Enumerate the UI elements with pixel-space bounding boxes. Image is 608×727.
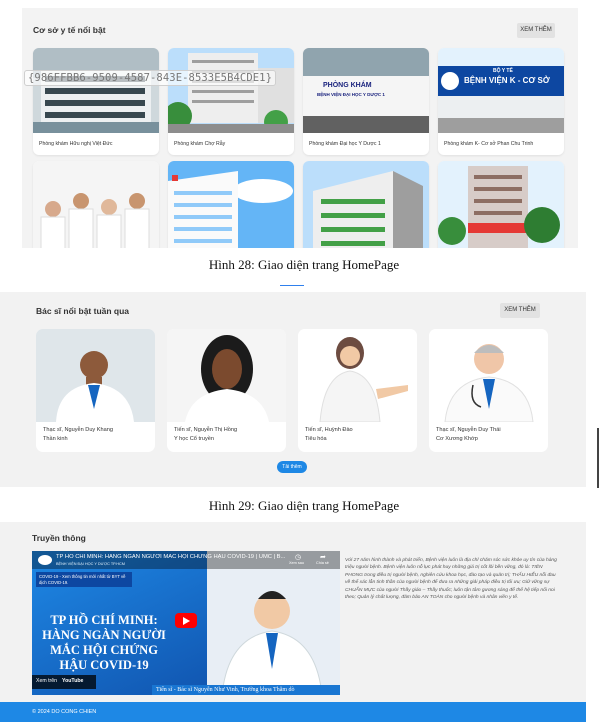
figure-caption-28: Hình 28: Giao diện trang HomePage [208,257,400,272]
doctor-name: Tiến sĩ, Nguyễn Thị Hồng [174,427,238,433]
k-sign-top: BỘ Y TẾ [493,68,513,74]
doctor-card[interactable]: Tiến sĩ, Huỳnh Đào Tiêu hóa [298,329,417,452]
facility-photo [33,161,159,248]
watch-on-label: Xem trên [36,678,58,684]
media-section: Truyền thông TP HỒ CHÍ MINH: HÀNG NGÀN N… [0,522,586,702]
facility-card[interactable]: BỘ Y TẾ BỆNH VIỆN K - CƠ SỞ Phòng khám K… [438,48,564,155]
doctor-photo [429,329,548,422]
facility-photo [168,48,294,133]
doctor-name: Tiến sĩ, Huỳnh Đào [305,427,353,433]
facility-name: Phòng khám Hữu nghị Việt Đức [39,141,113,147]
figure-caption-29: Hình 29: Giao diện trang HomePage [208,498,400,513]
facilities-more-button[interactable]: XEM THÊM [517,23,555,38]
caption-divider [280,285,304,286]
doctor-specialty: Thần kinh [43,436,68,442]
youtube-play-button[interactable] [175,613,197,628]
doctor-specialty: Cơ Xương Khớp [436,436,478,442]
facility-card[interactable] [168,161,294,248]
facility-name: Phòng khám Đại học Y Dược 1 [309,141,381,147]
watch-later-label: Xem sau [289,561,304,565]
facility-photo [33,48,159,133]
channel-logo-icon [38,555,52,565]
media-description: Với 27 năm hình thành và phát triển, Bện… [345,558,557,601]
clinic-sign-sub: BỆNH VIỆN ĐẠI HỌC Y DƯỢC 1 [317,92,385,97]
watch-later-icon[interactable]: ◷ [295,553,301,561]
share-icon[interactable]: ➦ [320,553,326,561]
doctor-name: Thạc sĩ, Nguyễn Duy Thái [436,427,501,433]
doctor-photo [298,329,417,422]
facility-card[interactable]: Phòng khám Chợ Rẫy [168,48,294,155]
play-icon [183,617,190,625]
video-channel: BỆNH VIỆN ĐẠI HỌC Y DƯỢC TP.HCM [56,562,125,566]
doctor-photo [36,329,155,422]
watch-on-youtube[interactable]: Xem trên YouTube [32,675,96,689]
scrollbar[interactable] [597,428,599,488]
facility-card[interactable]: Phòng khám Hữu nghị Việt Đức [33,48,159,155]
facility-card[interactable] [438,161,564,248]
facility-name: Phòng khám Chợ Rẫy [174,141,226,147]
doctor-photo [167,329,286,422]
facility-card[interactable] [303,161,429,248]
k-sign: BỆNH VIỆN K - CƠ SỞ [464,76,550,85]
load-more-button[interactable]: Tải thêm [277,461,307,473]
doctor-card[interactable]: Thạc sĩ, Nguyễn Duy Thái Cơ Xương Khớp [429,329,548,452]
doctor-name: Thạc sĩ, Nguyễn Duy Khang [43,427,113,433]
share-label: Chia sẻ [316,561,329,565]
facility-photo [303,161,429,248]
covid-notice: COVID-19 - Xem thông tin mới nhất từ BYT… [36,572,132,587]
video-embed[interactable]: TP HỒ CHÍ MINH: HÀNG NGÀN NGƯỜI MẮC HỘI … [32,551,340,695]
facility-card[interactable]: PHÒNG KHÁM BỆNH VIỆN ĐẠI HỌC Y DƯỢC 1 Ph… [303,48,429,155]
facility-photo [168,161,294,248]
doctor-card[interactable]: Thạc sĩ, Nguyễn Duy Khang Thần kinh [36,329,155,452]
facility-card[interactable] [33,161,159,248]
doctor-card[interactable]: Tiến sĩ, Nguyễn Thị Hồng Y học Cổ truyền [167,329,286,452]
overlay-id-text: {986FFBB6-9509-4587-843E-8533E5B4CDE1} [24,70,277,86]
facility-photo [303,48,429,133]
video-title[interactable]: TP HỒ CHÍ MINH: HÀNG NGÀN NGƯỜI MẮC HỘI … [56,554,288,560]
doctors-title: Bác sĩ nổi bật tuần qua [36,306,130,316]
doctor-specialty: Tiêu hóa [305,436,327,442]
facility-photo [438,48,564,133]
doctors-more-button[interactable]: XEM THÊM [500,303,540,318]
footer: © 2024 DO CONG CHIEN [0,702,586,722]
clinic-sign: PHÒNG KHÁM [323,82,372,89]
video-headline: TP HỒ CHÍ MINH: HÀNG NGÀN NGƯỜI MẮC HỘI … [42,613,166,672]
facility-name: Phòng khám K- Cơ sở Phan Chu Trinh [444,141,534,147]
lower-third: Tiến sĩ - Bác sĩ Nguyễn Như Vinh, Trưởng… [152,685,340,695]
facilities-section: Cơ sở y tế nổi bật XEM THÊM Phòng khám H… [22,8,578,248]
youtube-logo: YouTube [62,678,84,684]
doctor-specialty: Y học Cổ truyền [174,436,215,442]
facilities-title: Cơ sở y tế nổi bật [33,25,106,35]
media-title: Truyền thông [32,533,86,543]
facility-photo [438,161,564,248]
doctors-section: Bác sĩ nổi bật tuần qua XEM THÊM Thạc sĩ… [0,292,586,487]
